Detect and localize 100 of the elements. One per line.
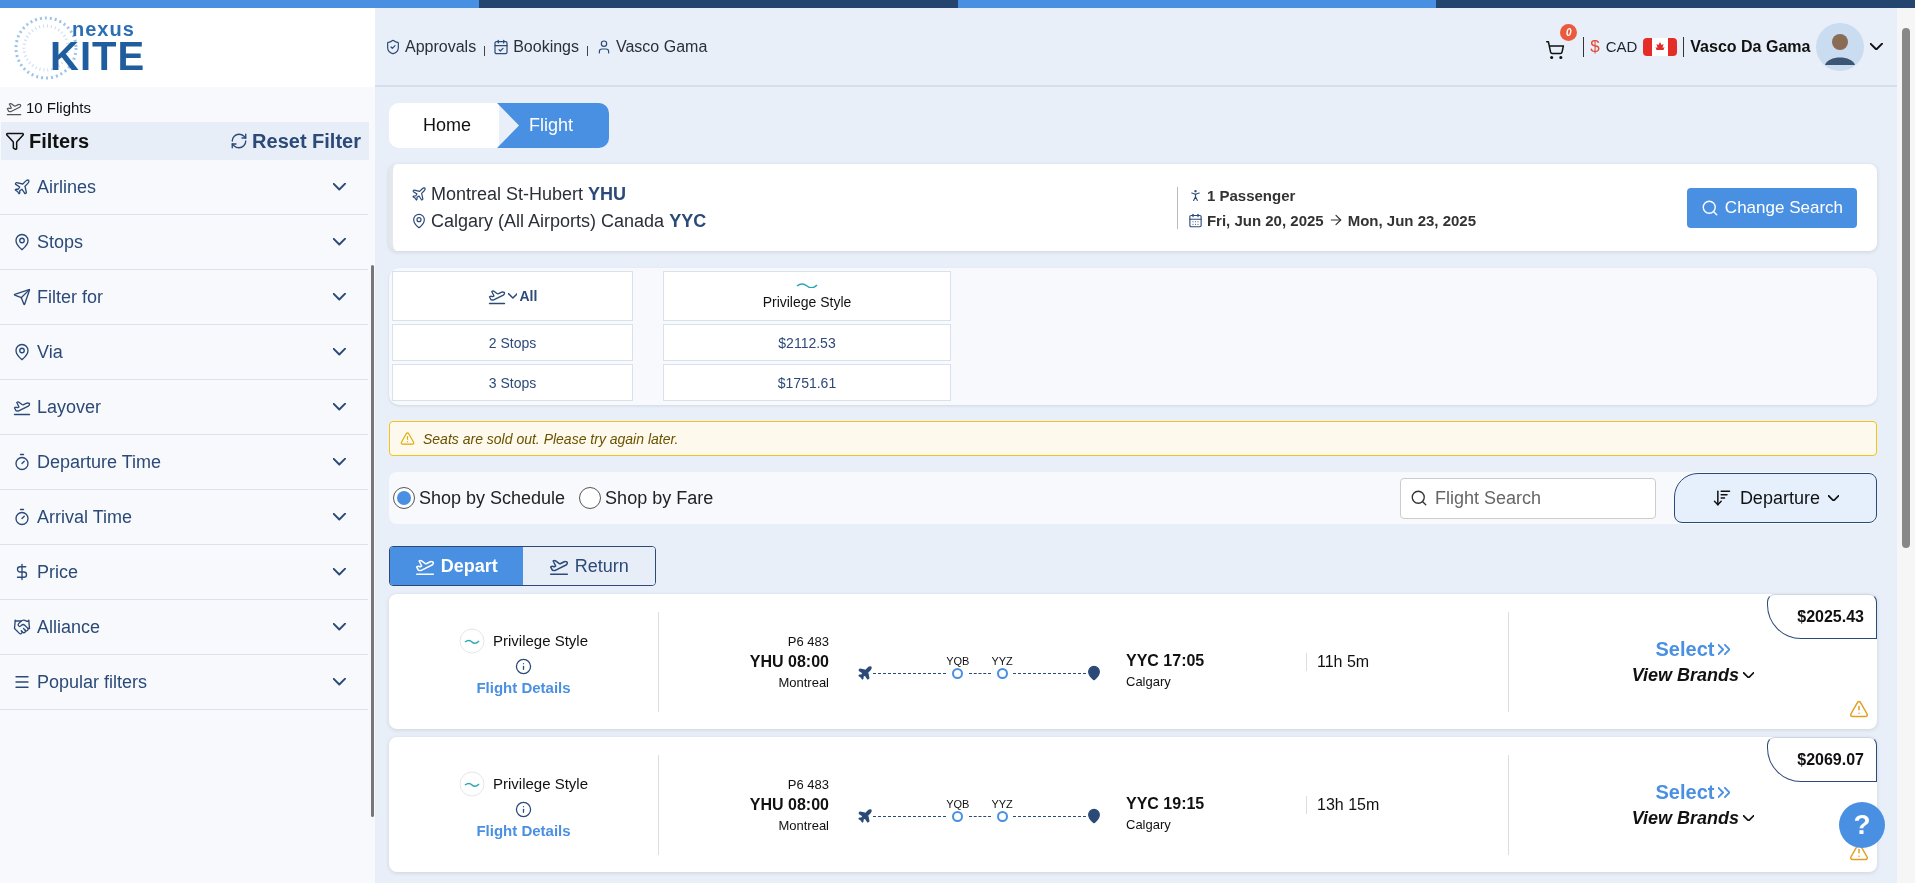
user-name: Vasco Da Gama [1690,37,1811,56]
stops-row-header[interactable]: 2 Stops [392,324,633,361]
location-pin-icon [411,213,427,229]
plane-icon [13,178,31,196]
departure-time: YHU 08:00 [749,652,829,671]
flight-number: P6 483 [787,776,829,792]
sort-dropdown[interactable]: Departure [1674,473,1877,523]
double-chevron-icon [1718,643,1731,655]
filter-item[interactable]: Layover [0,380,368,435]
filter-icon [5,131,25,151]
arrival-city: Calgary [1126,673,1172,689]
stop-code: YQB [946,655,970,667]
chevron-down-icon [1743,814,1755,822]
nav-link[interactable]: Bookings [493,37,579,56]
plane-icon [857,665,873,681]
shield-check-icon [385,38,401,55]
filter-item[interactable]: Departure Time [0,435,368,490]
filter-item[interactable]: Airlines [0,160,368,215]
return-date: Mon, Jun 23, 2025 [1347,211,1477,229]
destination: Calgary (All Airports) Canada YYC [431,210,707,232]
filter-item[interactable]: Via [0,325,368,380]
flight-number: P6 483 [787,633,829,649]
pin-icon [13,233,31,251]
filter-item[interactable]: Filter for [0,270,368,325]
alert-message: Seats are sold out. Please try again later. [423,430,679,447]
flight-search-field[interactable]: Flight Search [1400,477,1656,519]
location-pin-icon [1086,665,1102,681]
airline-name: Privilege Style [492,632,588,649]
avatar[interactable] [1816,22,1865,71]
location-pin-icon [13,343,31,361]
info-icon [515,800,532,818]
airline-name: Privilege Style [492,775,588,792]
airline-logo-icon [796,282,818,288]
search-icon [1410,488,1428,507]
depart-date: Fri, Jun 20, 2025 [1206,211,1324,229]
stop-marker-icon [996,811,1008,822]
scrollbar[interactable] [1897,8,1915,883]
filter-item[interactable]: Popular filters [0,655,368,710]
airline-logo-icon [458,770,485,797]
paper-plane-icon [13,288,31,306]
cart-count: 0 [1560,23,1578,41]
arrival-time: YYC 17:05 [1126,651,1206,670]
stop-code: YQB [946,798,970,810]
fare-price[interactable]: $2112.53 [663,324,951,361]
reset-filter-button[interactable]: Reset Filter [230,129,361,153]
filter-item[interactable]: Alliance [0,600,368,655]
stop-marker-icon [952,668,964,679]
calendar-check-icon [493,38,510,55]
chevron-down-icon [507,293,518,299]
filter-item[interactable]: Arrival Time [0,490,368,545]
arrival-time: YYC 19:15 [1126,794,1206,813]
price-tag: $2069.07 [1767,737,1877,782]
plane-takeoff-icon [13,398,31,416]
double-chevron-icon [1718,786,1731,798]
arrival-city: Calgary [1126,816,1172,832]
refresh-icon [230,132,249,150]
results-count: 10 Flights [26,99,92,116]
timer-icon [13,508,31,526]
departure-city: Montreal [778,674,829,690]
nav-link[interactable]: Approvals [385,37,477,56]
view-brands-button[interactable]: View Brands [1631,807,1755,829]
filter-item[interactable]: Price [0,545,368,600]
location-pin-icon [1086,808,1102,824]
flight-duration: 11h 5m [1306,652,1370,671]
price-tag: $2025.43 [1767,594,1877,639]
plane-icon [411,186,427,202]
nav-link[interactable]: Vasco Gama [596,37,708,56]
breadcrumb-link[interactable]: Home [389,103,499,148]
airline-logo-icon [458,627,485,654]
handshake-icon [13,618,31,636]
stop-code: YYZ [991,798,1013,810]
shop-mode-radio[interactable]: Shop by Schedule [393,487,566,509]
currency-symbol: $ [1590,36,1600,57]
stop-marker-icon [996,668,1008,679]
user-icon [596,38,612,55]
warning-icon [400,431,415,446]
chevron-down-icon [1870,42,1883,51]
cart-icon [1545,39,1566,60]
info-icon [515,657,532,675]
origin: Montreal St-Hubert YHU [431,183,627,205]
currency-code: CAD [1605,38,1638,55]
stop-marker-icon [952,811,964,822]
stop-code: YYZ [991,655,1013,667]
filters-title: Filters [29,129,90,153]
chevron-down-icon [1743,671,1755,679]
plane-icon [857,808,873,824]
all-stops-button[interactable]: All [392,271,633,321]
departure-city: Montreal [778,817,829,833]
sort-icon [1711,488,1732,508]
filter-item[interactable]: Stops [0,215,368,270]
stops-row-header[interactable]: 3 Stops [392,364,633,401]
flag-icon [1643,37,1678,56]
flight-duration: 13h 15m [1306,795,1380,814]
search-icon [1700,198,1719,217]
shop-mode-radio[interactable]: Shop by Fare [579,487,714,509]
menu-icon [13,673,31,691]
view-brands-button[interactable]: View Brands [1631,664,1755,686]
departure-time: YHU 08:00 [749,795,829,814]
plane-takeoff-icon [487,287,506,305]
fare-price[interactable]: $1751.61 [663,364,951,401]
